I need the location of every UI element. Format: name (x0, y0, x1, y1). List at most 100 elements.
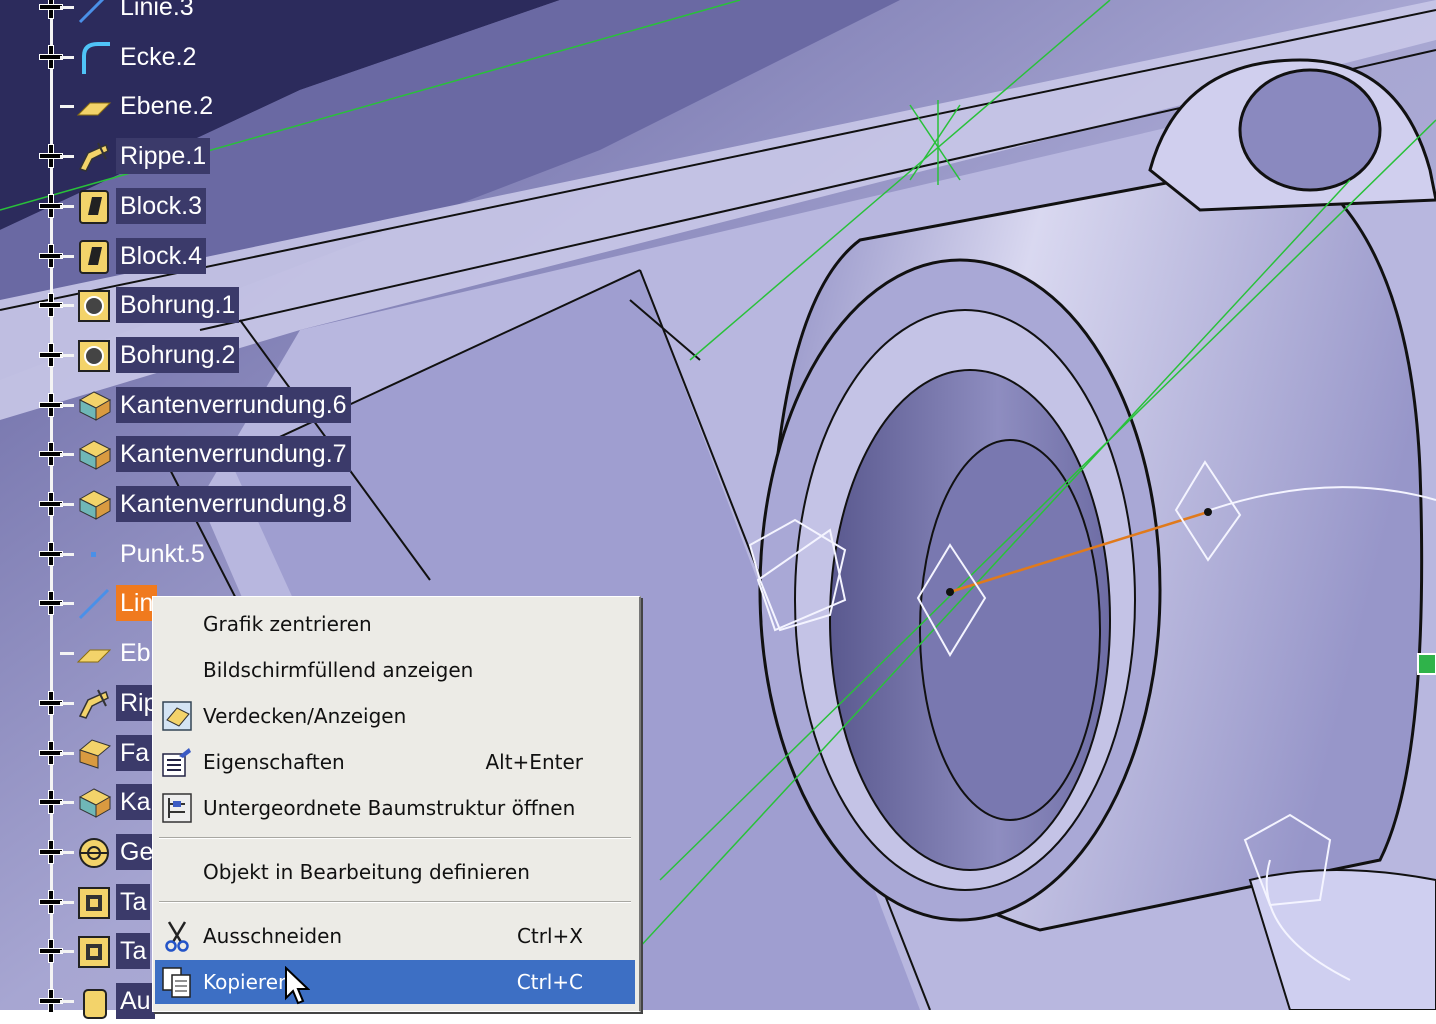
tree-item-label[interactable]: Linie.3 (116, 0, 198, 25)
expand-plus-icon[interactable] (40, 592, 62, 615)
menu-item-label: Untergeordnete Baumstruktur öffnen (203, 796, 576, 820)
plane-icon (76, 636, 112, 672)
menu-item[interactable]: Verdecken/Anzeigen (155, 694, 635, 738)
tree-item-label[interactable]: Ta (116, 933, 151, 970)
menu-item-label: Grafik zentrieren (203, 612, 372, 636)
pocket-icon (76, 885, 112, 921)
tree-item-label[interactable]: Ta (116, 883, 151, 920)
tree-item-label[interactable]: Bohrung.1 (116, 287, 240, 324)
tree-connector (60, 204, 74, 208)
rib-icon (76, 139, 112, 175)
line-icon (76, 586, 112, 622)
expand-plus-icon[interactable] (40, 741, 62, 764)
tree-connector (60, 552, 74, 556)
tree-connector (60, 701, 74, 705)
edge-fillet-icon (76, 388, 112, 424)
tree-connector (60, 801, 74, 805)
chamfer-icon (76, 736, 112, 772)
menu-item[interactable]: Untergeordnete Baumstruktur öffnen (155, 786, 635, 830)
expand-plus-icon[interactable] (40, 840, 62, 863)
plane-icon (76, 89, 112, 125)
geometry-icon (76, 835, 112, 871)
tree-connector (60, 453, 74, 457)
expand-plus-icon[interactable] (40, 393, 62, 416)
expand-plus-icon[interactable] (40, 45, 62, 68)
pad-icon (76, 189, 112, 225)
pocket-icon (76, 934, 112, 970)
tree-item-label[interactable]: Eb (116, 635, 155, 671)
tree-item-label[interactable]: Ecke.2 (116, 39, 200, 75)
line-icon (76, 0, 112, 26)
menu-item[interactable]: Grafik zentrieren (155, 602, 635, 646)
expand-plus-icon[interactable] (40, 145, 62, 168)
tree-item-label[interactable]: Ka (116, 784, 155, 821)
hole-icon (76, 288, 112, 324)
expand-plus-icon[interactable] (40, 443, 62, 466)
tree-item-label[interactable]: Kantenverrundung.8 (116, 486, 351, 522)
tree-item-label[interactable]: Punkt.5 (116, 536, 209, 572)
tree-connector (60, 950, 74, 954)
expand-plus-icon[interactable] (40, 343, 62, 366)
edge-fillet-icon (76, 785, 112, 821)
tree-connector (60, 1000, 74, 1003)
tree-connector (60, 304, 74, 308)
scissors-icon (161, 920, 193, 952)
edge-fillet-icon (76, 437, 112, 473)
menu-item-label: Verdecken/Anzeigen (203, 704, 407, 728)
tree-item-label[interactable]: Block.3 (116, 187, 206, 224)
expand-plus-icon[interactable] (40, 194, 62, 217)
tree-icon (161, 792, 193, 824)
tree-connector (60, 751, 74, 755)
point-icon (76, 537, 112, 573)
menu-item[interactable]: Ausschneiden Ctrl+X (155, 914, 635, 958)
pad-icon (76, 239, 112, 275)
tree-item-label[interactable]: Kantenverrundung.6 (116, 386, 351, 423)
menu-item-shortcut: Ctrl+C (516, 970, 583, 994)
tree-item-label[interactable]: Ebene.2 (116, 88, 217, 124)
tree-connector (60, 652, 74, 656)
hide-show-icon (161, 700, 193, 732)
menu-separator (159, 837, 631, 839)
expand-plus-icon[interactable] (40, 940, 62, 963)
properties-icon (161, 746, 193, 778)
context-menu: Grafik zentrieren Bildschirmfüllend anzei… (152, 596, 641, 1012)
expand-plus-icon[interactable] (40, 493, 62, 515)
expand-plus-icon[interactable] (40, 244, 62, 267)
menu-item-label: Ausschneiden (203, 924, 343, 948)
rib-icon (76, 686, 112, 722)
corner-icon (76, 40, 112, 76)
mouse-cursor-icon (284, 965, 311, 1006)
menu-item-shortcut: Ctrl+X (516, 924, 583, 948)
tree-connector (60, 602, 74, 606)
menu-item-label: Kopieren (203, 970, 291, 994)
tree-connector (60, 403, 74, 407)
tree-item-label[interactable]: Block.4 (116, 237, 206, 274)
tree-connector (60, 155, 74, 159)
tree-connector (60, 55, 74, 59)
menu-item[interactable]: Kopieren Ctrl+C (155, 960, 635, 1004)
copy-icon (161, 966, 193, 998)
tree-item-label[interactable]: Rippe.1 (116, 138, 211, 175)
tree-connector (60, 105, 74, 109)
menu-item[interactable]: Bildschirmfüllend anzeigen (155, 648, 635, 692)
menu-separator (159, 901, 631, 903)
menu-item-label: Eigenschaften (203, 750, 345, 774)
tree-item-label[interactable]: Au (116, 983, 155, 1019)
tree-item-label[interactable]: Bohrung.2 (116, 336, 240, 373)
tree-connector (60, 6, 74, 9)
edge-fillet-icon (76, 487, 112, 523)
menu-item[interactable]: Objekt in Bearbeitung definieren (155, 850, 635, 894)
tree-connector (60, 900, 74, 904)
hole-icon (76, 338, 112, 374)
tree-item-label[interactable]: Kantenverrundung.7 (116, 436, 351, 473)
expand-plus-icon[interactable] (40, 691, 62, 714)
expand-plus-icon[interactable] (40, 542, 62, 565)
expand-plus-icon[interactable] (40, 791, 62, 814)
expand-plus-icon[interactable] (40, 890, 62, 913)
expand-plus-icon[interactable] (40, 990, 62, 1012)
menu-item-shortcut: Alt+Enter (485, 750, 583, 774)
menu-item[interactable]: Eigenschaften Alt+Enter (155, 740, 635, 784)
expand-plus-icon[interactable] (40, 294, 62, 317)
expand-plus-icon[interactable] (40, 0, 62, 18)
tree-item-label[interactable]: Fa (116, 734, 154, 771)
